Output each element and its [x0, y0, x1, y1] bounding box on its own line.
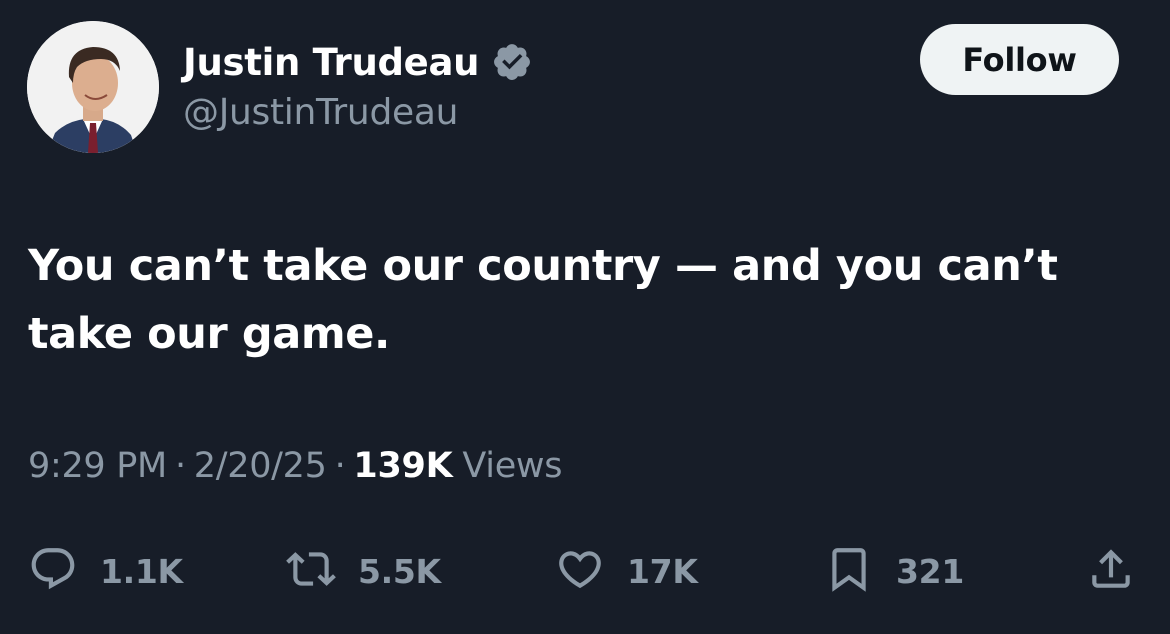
- reply-button[interactable]: 1.1K: [28, 540, 183, 602]
- tweet-date[interactable]: 2/20/25: [194, 446, 327, 486]
- avatar[interactable]: [27, 21, 159, 153]
- follow-button[interactable]: Follow: [920, 24, 1119, 95]
- user-handle[interactable]: @JustinTrudeau: [183, 92, 458, 133]
- retweet-count: 5.5K: [358, 551, 441, 591]
- tweet-time[interactable]: 9:29 PM: [28, 446, 167, 486]
- display-name[interactable]: Justin Trudeau: [183, 41, 479, 84]
- bookmark-button[interactable]: 321: [824, 540, 964, 602]
- retweet-button[interactable]: 5.5K: [286, 540, 441, 602]
- like-count: 17K: [627, 551, 698, 591]
- reply-icon: [28, 544, 78, 598]
- meta-separator: ·: [174, 446, 186, 486]
- bookmark-icon: [824, 544, 874, 598]
- verified-badge-icon: [491, 41, 533, 83]
- tweet-text: You can’t take our country — and you can…: [28, 241, 1058, 359]
- bookmark-count: 321: [896, 551, 964, 591]
- views-label: Views: [462, 446, 563, 486]
- like-button[interactable]: 17K: [555, 540, 698, 602]
- share-button[interactable]: [1086, 540, 1136, 602]
- share-icon: [1086, 544, 1136, 598]
- tweet-meta: 9:29 PM · 2/20/25 · 139K Views: [28, 446, 563, 486]
- action-bar: 1.1K 5.5K 17K 321: [0, 540, 1170, 602]
- reply-count: 1.1K: [100, 551, 183, 591]
- name-row: Justin Trudeau: [183, 38, 533, 86]
- retweet-icon: [286, 544, 336, 598]
- heart-icon: [555, 544, 605, 598]
- meta-separator: ·: [334, 446, 346, 486]
- views-count: 139K: [353, 446, 453, 486]
